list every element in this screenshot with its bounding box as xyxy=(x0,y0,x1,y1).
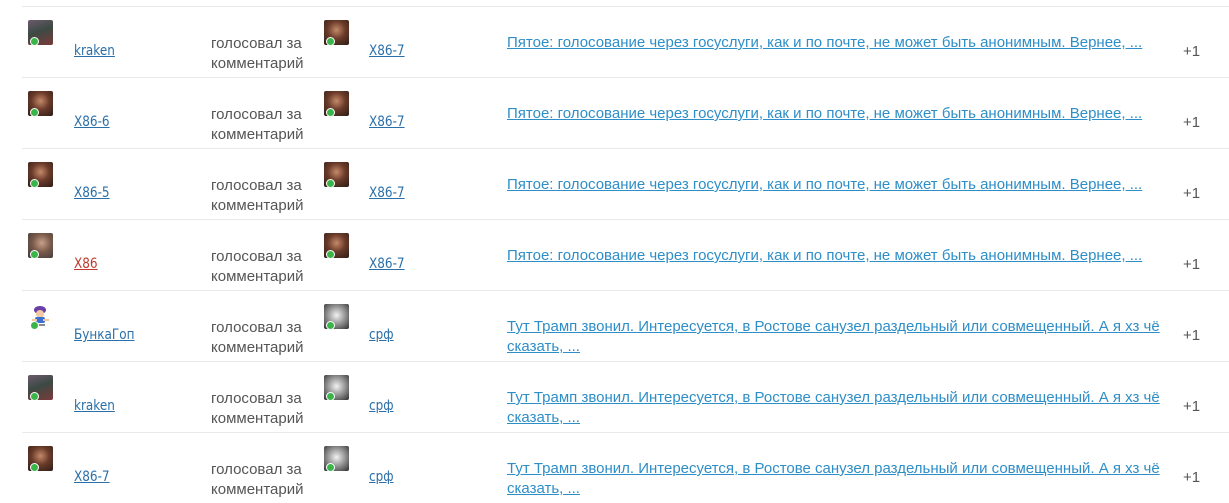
online-status-icon xyxy=(30,463,39,472)
author-avatar[interactable] xyxy=(324,375,349,401)
vote-row: БункаГоп голосовал за комментарий срф Ту… xyxy=(22,291,1229,362)
author-avatar[interactable] xyxy=(324,304,349,330)
vote-row: X86-7 голосовал за комментарий срф Тут Т… xyxy=(22,433,1229,503)
voter-avatar[interactable] xyxy=(28,91,53,117)
vote-row: X86-5 голосовал за комментарий X86-7 Пят… xyxy=(22,149,1229,220)
vote-row: X86-6 голосовал за комментарий X86-7 Пят… xyxy=(22,78,1229,149)
vote-row: kraken голосовал за комментарий X86-7 Пя… xyxy=(22,7,1229,78)
action-text: голосовал за комментарий xyxy=(211,35,304,72)
action-text: голосовал за комментарий xyxy=(211,248,304,285)
action-text: голосовал за комментарий xyxy=(211,319,304,356)
vote-score: +1 xyxy=(1183,469,1201,486)
vote-score: +1 xyxy=(1183,185,1201,202)
comment-link[interactable]: Пятое: голосование через госуслуги, как … xyxy=(507,246,1182,266)
author-link[interactable]: X86-7 xyxy=(369,185,405,201)
online-status-icon xyxy=(326,392,335,401)
comment-link[interactable]: Тут Трамп звонил. Интересуется, в Ростов… xyxy=(507,388,1182,428)
author-link[interactable]: срф xyxy=(369,398,394,414)
voter-avatar[interactable] xyxy=(28,162,53,188)
vote-score: +1 xyxy=(1183,398,1201,415)
online-status-icon xyxy=(326,179,335,188)
voter-link[interactable]: kraken xyxy=(74,43,115,59)
online-status-icon xyxy=(30,250,39,259)
author-link[interactable]: срф xyxy=(369,327,394,343)
author-avatar[interactable] xyxy=(324,20,349,46)
author-link[interactable]: X86-7 xyxy=(369,256,405,272)
voter-avatar[interactable] xyxy=(28,375,53,401)
author-link[interactable]: срф xyxy=(369,469,394,485)
author-link[interactable]: X86-7 xyxy=(369,114,405,130)
author-avatar[interactable] xyxy=(324,162,349,188)
author-avatar[interactable] xyxy=(324,233,349,259)
comment-link[interactable]: Тут Трамп звонил. Интересуется, в Ростов… xyxy=(507,317,1182,357)
voter-avatar[interactable] xyxy=(28,233,53,259)
comment-link[interactable]: Тут Трамп звонил. Интересуется, в Ростов… xyxy=(507,459,1182,499)
author-link[interactable]: X86-7 xyxy=(369,43,405,59)
vote-score: +1 xyxy=(1183,256,1201,273)
voter-avatar[interactable] xyxy=(28,304,53,330)
online-status-icon xyxy=(326,250,335,259)
vote-score: +1 xyxy=(1183,327,1201,344)
online-status-icon xyxy=(30,108,39,117)
voter-link[interactable]: X86-5 xyxy=(74,185,110,201)
vote-score: +1 xyxy=(1183,114,1201,131)
voter-avatar[interactable] xyxy=(28,446,53,472)
vote-activity-feed: kraken голосовал за комментарий X86-7 Пя… xyxy=(22,7,1229,503)
action-text: голосовал за комментарий xyxy=(211,390,304,427)
online-status-icon xyxy=(30,37,39,46)
online-status-icon xyxy=(326,321,335,330)
vote-row: kraken голосовал за комментарий срф Тут … xyxy=(22,362,1229,433)
voter-link[interactable]: X86-6 xyxy=(74,114,110,130)
online-status-icon xyxy=(326,108,335,117)
voter-avatar[interactable] xyxy=(28,20,53,46)
action-text: голосовал за комментарий xyxy=(211,177,304,214)
online-status-icon xyxy=(326,463,335,472)
voter-link[interactable]: kraken xyxy=(74,398,115,414)
comment-link[interactable]: Пятое: голосование через госуслуги, как … xyxy=(507,104,1182,124)
vote-score: +1 xyxy=(1183,43,1201,60)
action-text: голосовал за комментарий xyxy=(211,461,304,498)
author-avatar[interactable] xyxy=(324,91,349,117)
comment-link[interactable]: Пятое: голосование через госуслуги, как … xyxy=(507,175,1182,195)
voter-link[interactable]: БункаГоп xyxy=(74,327,134,343)
online-status-icon xyxy=(326,37,335,46)
comment-link[interactable]: Пятое: голосование через госуслуги, как … xyxy=(507,33,1182,53)
online-status-icon xyxy=(30,179,39,188)
voter-link[interactable]: X86-7 xyxy=(74,469,110,485)
author-avatar[interactable] xyxy=(324,446,349,472)
vote-row: X86 голосовал за комментарий X86-7 Пятое… xyxy=(22,220,1229,291)
online-status-icon xyxy=(30,321,39,330)
voter-link[interactable]: X86 xyxy=(74,256,98,272)
online-status-icon xyxy=(30,392,39,401)
action-text: голосовал за комментарий xyxy=(211,106,304,143)
